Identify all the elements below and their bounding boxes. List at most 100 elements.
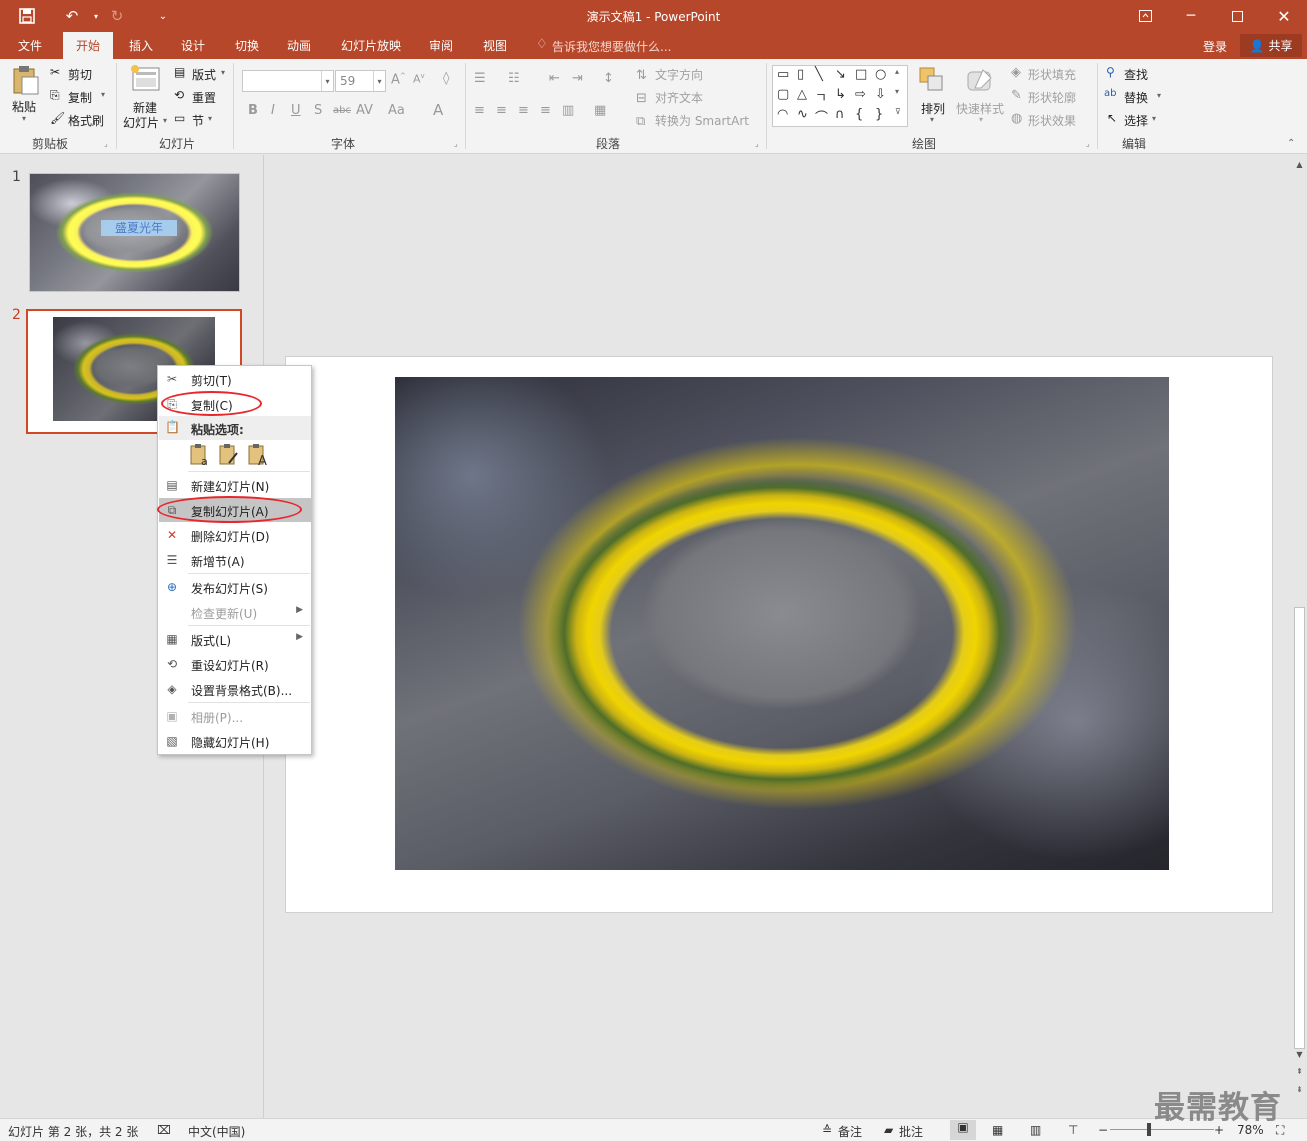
slide-thumbnail-1[interactable]: 盛夏光年: [29, 173, 240, 292]
paste-keep-text-only-icon[interactable]: A: [246, 443, 270, 469]
line-spacing-icon[interactable]: ↕: [603, 71, 614, 86]
menu-item-add-section[interactable]: ☰ 新增节(A): [159, 548, 311, 572]
paste-dropdown-icon[interactable]: ▾: [22, 114, 26, 123]
elbow-connector-shape-icon[interactable]: ㄱ: [815, 87, 827, 106]
convert-smartart-button[interactable]: 转换为 SmartArt: [655, 112, 749, 129]
replace-button[interactable]: 替换: [1124, 89, 1148, 106]
normal-view-icon[interactable]: ▣: [950, 1120, 976, 1140]
select-dropdown-icon[interactable]: ▾: [1152, 114, 1156, 123]
shape-outline-button[interactable]: 形状轮廓: [1028, 89, 1076, 106]
collapse-ribbon-icon[interactable]: ⌃: [1287, 138, 1295, 149]
font-name-combobox[interactable]: ▾: [242, 70, 334, 92]
scrollbar-thumb[interactable]: [1294, 607, 1305, 1049]
cut-button[interactable]: 剪切: [68, 66, 92, 83]
tab-insert[interactable]: 插入: [120, 32, 162, 59]
paste-use-destination-theme-icon[interactable]: a: [188, 443, 212, 468]
menu-item-cut[interactable]: ✂ 剪切(T): [159, 367, 311, 391]
gallery-more-icon[interactable]: ⊽: [895, 107, 901, 116]
ribbon-display-options-icon[interactable]: [1122, 0, 1168, 32]
menu-item-hide-slide[interactable]: ▧ 隐藏幻灯片(H): [159, 729, 311, 753]
bullets-icon[interactable]: ☰: [474, 71, 486, 86]
new-slide-icon[interactable]: [129, 64, 161, 94]
clipboard-launcher-icon[interactable]: ⌟: [104, 139, 108, 148]
notes-icon[interactable]: ≙: [822, 1123, 832, 1137]
replace-dropdown-icon[interactable]: ▾: [1157, 91, 1161, 100]
numbering-icon[interactable]: ☷: [508, 71, 520, 86]
replace-icon[interactable]: ab: [1104, 88, 1116, 99]
notes-button[interactable]: 备注: [838, 1123, 862, 1140]
zoom-slider-track[interactable]: [1110, 1129, 1214, 1130]
font-size-combobox[interactable]: 59 ▾: [335, 70, 386, 92]
menu-item-publish-slides[interactable]: ⊕ 发布幻灯片(S): [159, 575, 311, 599]
align-left-icon[interactable]: ≡: [474, 103, 485, 118]
font-size-dropdown-icon[interactable]: ▾: [373, 71, 385, 91]
slide-sorter-view-icon[interactable]: ▦: [992, 1123, 1003, 1137]
spelling-check-icon[interactable]: ⌧: [157, 1123, 171, 1137]
arrow-line-shape-icon[interactable]: ↘: [835, 67, 846, 82]
change-case-icon[interactable]: Aa: [388, 103, 405, 118]
reading-view-icon[interactable]: ▥: [1030, 1123, 1041, 1137]
bold-icon[interactable]: B: [248, 103, 258, 118]
layout-dropdown-icon[interactable]: ▾: [221, 68, 225, 77]
rectangle-shape-icon[interactable]: □: [855, 67, 867, 82]
copy-button[interactable]: 复制: [68, 89, 92, 106]
align-right-icon[interactable]: ≡: [518, 103, 529, 118]
clear-formatting-icon[interactable]: ◊: [443, 71, 449, 86]
rounded-rectangle-shape-icon[interactable]: ▢: [777, 87, 789, 102]
new-slide-button-line2[interactable]: 幻灯片: [123, 114, 159, 131]
tab-transitions[interactable]: 切换: [226, 32, 268, 59]
find-button[interactable]: 查找: [1124, 66, 1148, 83]
distributed-icon[interactable]: ▥: [562, 103, 574, 118]
gallery-down-icon[interactable]: ▾: [895, 87, 899, 96]
line-shape-icon[interactable]: ╲: [815, 67, 823, 82]
underline-icon[interactable]: U: [291, 103, 301, 118]
shape-effects-button[interactable]: 形状效果: [1028, 112, 1076, 129]
shape-fill-icon[interactable]: ◈: [1011, 65, 1021, 80]
right-arrow-shape-icon[interactable]: ⇨: [855, 87, 866, 102]
justify-icon[interactable]: ≡: [540, 103, 551, 118]
shape-fill-button[interactable]: 形状填充: [1028, 66, 1076, 83]
shape-effects-icon[interactable]: ◍: [1011, 111, 1022, 126]
align-text-button[interactable]: 对齐文本: [655, 89, 703, 106]
layout-icon[interactable]: ▤: [174, 65, 185, 79]
arrange-icon[interactable]: [918, 66, 948, 96]
quick-styles-icon[interactable]: [965, 66, 995, 96]
tab-review[interactable]: 审阅: [420, 32, 462, 59]
columns-icon[interactable]: ▦: [594, 103, 606, 118]
increase-font-size-icon[interactable]: A^: [391, 72, 406, 87]
maximize-icon[interactable]: [1214, 0, 1260, 32]
slide-editing-canvas[interactable]: [265, 155, 1292, 1118]
reset-icon[interactable]: ⟲: [174, 88, 184, 102]
select-button[interactable]: 选择: [1124, 112, 1148, 129]
zoom-out-icon[interactable]: −: [1098, 1123, 1108, 1137]
freeform-shape-icon[interactable]: ◠: [777, 107, 788, 122]
current-slide[interactable]: [285, 356, 1273, 913]
paragraph-launcher-icon[interactable]: ⌟: [755, 139, 759, 148]
tab-file[interactable]: 文件: [8, 32, 52, 59]
italic-icon[interactable]: I: [271, 103, 275, 118]
textbox-shape-icon[interactable]: ▭: [777, 67, 789, 82]
menu-item-check-updates[interactable]: 检查更新(U) ▶: [159, 600, 311, 624]
smartart-icon[interactable]: ⧉: [636, 114, 645, 129]
close-icon[interactable]: ✕: [1261, 0, 1307, 32]
layout-button[interactable]: 版式: [192, 66, 216, 83]
shape-outline-icon[interactable]: ✎: [1011, 88, 1022, 103]
cut-icon[interactable]: ✂: [50, 65, 60, 79]
font-launcher-icon[interactable]: ⌟: [454, 139, 458, 148]
align-text-icon[interactable]: ⊟: [636, 91, 647, 106]
text-direction-button[interactable]: 文字方向: [655, 66, 703, 83]
gallery-up-icon[interactable]: ▴: [895, 67, 899, 76]
language-status[interactable]: 中文(中国): [188, 1123, 245, 1140]
reset-button[interactable]: 重置: [192, 89, 216, 106]
tab-animations[interactable]: 动画: [278, 32, 320, 59]
slideshow-view-icon[interactable]: ⊤: [1068, 1123, 1078, 1137]
vertical-textbox-shape-icon[interactable]: ▯: [797, 67, 804, 82]
tab-view[interactable]: 视图: [474, 32, 516, 59]
triangle-shape-icon[interactable]: △: [797, 87, 807, 102]
align-center-icon[interactable]: ≡: [496, 103, 507, 118]
text-direction-icon[interactable]: ⇅: [636, 68, 647, 83]
minimize-icon[interactable]: ─: [1168, 0, 1214, 32]
tab-design[interactable]: 设计: [172, 32, 214, 59]
character-spacing-icon[interactable]: AV: [356, 103, 373, 118]
quick-styles-dropdown-icon[interactable]: ▾: [979, 115, 983, 124]
